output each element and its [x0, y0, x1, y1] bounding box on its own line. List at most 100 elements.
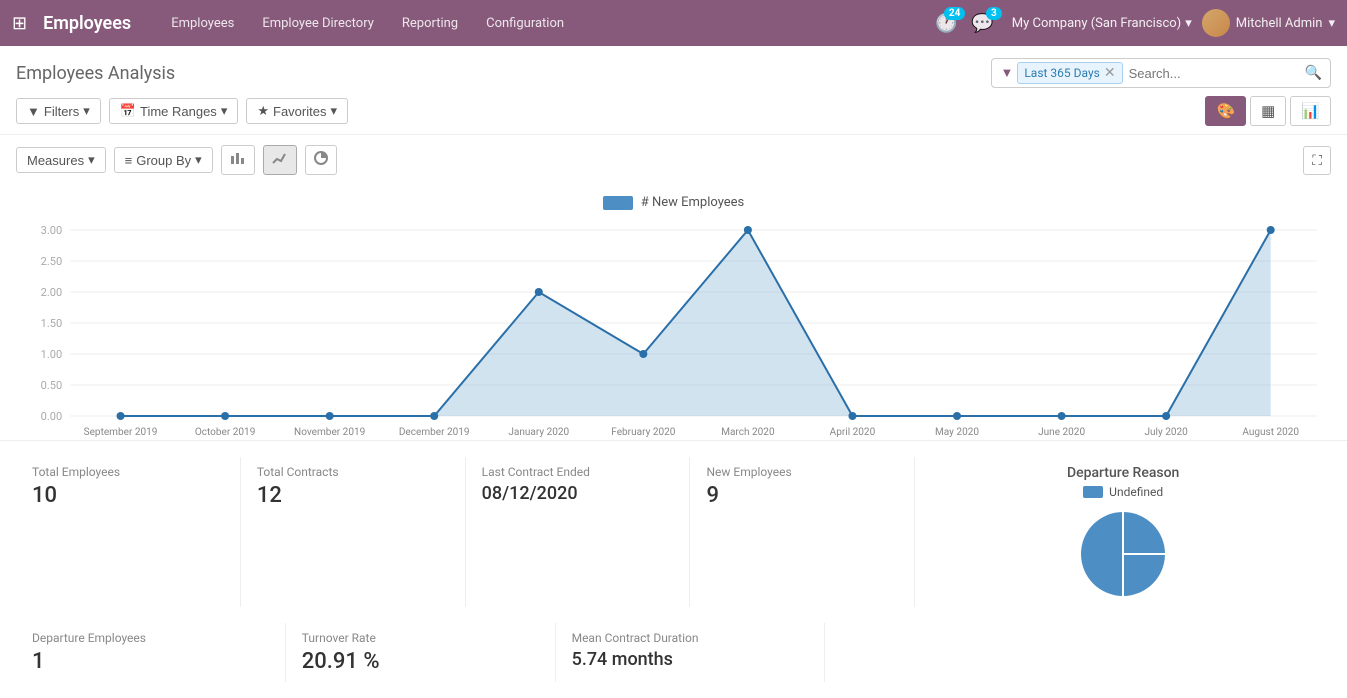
- user-avatar: [1202, 9, 1230, 37]
- chart-dot: [326, 412, 334, 420]
- time-ranges-label: Time Ranges: [140, 104, 217, 119]
- svg-text:November 2019: November 2019: [294, 427, 365, 438]
- nav-menu: Employees Employee Directory Reporting C…: [159, 10, 927, 37]
- chart-dot: [1267, 226, 1275, 234]
- stat-departure-reason: Departure Reason Undefined: [915, 457, 1331, 607]
- view-switcher: 🎨 ▦ 📊: [1205, 96, 1331, 126]
- measures-button[interactable]: Measures ▾: [16, 147, 106, 173]
- search-bar: ▼ Last 365 Days ✕ 🔍: [991, 58, 1331, 88]
- svg-text:January 2020: January 2020: [508, 427, 569, 438]
- chart-dot: [1162, 412, 1170, 420]
- search-magnifier-icon[interactable]: 🔍: [1305, 65, 1322, 81]
- chart-dot: [953, 412, 961, 420]
- chart-dot: [221, 412, 229, 420]
- stat-turnover-rate-value: 20.91 %: [302, 649, 539, 674]
- nav-employee-directory[interactable]: Employee Directory: [250, 10, 386, 37]
- stat-total-employees-value: 10: [32, 483, 224, 508]
- measures-dropdown-icon: ▾: [88, 152, 95, 168]
- chart-svg: 3.00 2.50 2.00 1.50 1.00 0.50 0.00: [20, 220, 1327, 440]
- bar-view-button[interactable]: 📊: [1290, 96, 1331, 126]
- svg-text:July 2020: July 2020: [1144, 427, 1188, 438]
- bar-chart-type-button[interactable]: [221, 145, 255, 175]
- graph-view-button[interactable]: 🎨: [1205, 96, 1246, 126]
- stat-departure-employees: Departure Employees 1: [16, 623, 286, 682]
- messages-count: 3: [986, 7, 1002, 20]
- company-selector[interactable]: My Company (San Francisco) ▾: [1012, 16, 1192, 31]
- user-name: Mitchell Admin: [1236, 16, 1323, 31]
- stat-mean-contract-value: 5.74 months: [572, 649, 809, 670]
- header-right: ▼ Last 365 Days ✕ 🔍: [971, 58, 1331, 88]
- notifications-badge[interactable]: 🕐 24: [935, 13, 957, 34]
- svg-text:February 2020: February 2020: [611, 427, 675, 438]
- stat-new-employees-value: 9: [706, 483, 898, 508]
- main-content: Employees Analysis ▼ Last 365 Days ✕ 🔍 ▼…: [0, 46, 1347, 698]
- user-menu[interactable]: Mitchell Admin ▾: [1202, 9, 1335, 37]
- svg-text:April 2020: April 2020: [830, 427, 876, 438]
- pie-legend-swatch: [1083, 486, 1103, 498]
- pie-chart-type-button[interactable]: [305, 145, 337, 175]
- pie-legend-label: Undefined: [1109, 485, 1163, 499]
- group-by-dropdown-icon: ▾: [195, 152, 202, 168]
- line-chart-type-button[interactable]: [263, 145, 297, 175]
- chart-legend: # New Employees: [20, 195, 1327, 210]
- filter-tag-close[interactable]: ✕: [1104, 65, 1116, 81]
- pie-legend: Undefined: [931, 485, 1315, 499]
- svg-text:September 2019: September 2019: [84, 427, 158, 438]
- user-dropdown-icon: ▾: [1328, 16, 1335, 31]
- time-ranges-button[interactable]: 📅 Time Ranges ▾: [109, 98, 239, 124]
- pie-chart: [931, 499, 1315, 599]
- star-icon: ★: [257, 103, 269, 119]
- stat-last-contract-value: 08/12/2020: [482, 483, 674, 504]
- expand-button[interactable]: ⛶: [1303, 146, 1331, 175]
- stat-placeholder: [825, 623, 1331, 682]
- nav-configuration[interactable]: Configuration: [474, 10, 576, 37]
- svg-text:0.00: 0.00: [41, 410, 63, 423]
- filter-tag-label: Last 365 Days: [1024, 66, 1099, 80]
- svg-text:1.00: 1.00: [41, 348, 63, 361]
- stat-last-contract: Last Contract Ended 08/12/2020: [466, 457, 691, 607]
- filters-button[interactable]: ▼ Filters ▾: [16, 98, 101, 124]
- groupby-lines-icon: ≡: [125, 153, 133, 168]
- svg-text:March 2020: March 2020: [721, 427, 775, 438]
- stat-new-employees-label: New Employees: [706, 465, 898, 479]
- svg-text:August 2020: August 2020: [1242, 427, 1299, 438]
- chart-dot: [848, 412, 856, 420]
- chart-dot: [744, 226, 752, 234]
- group-by-button[interactable]: ≡ Group By ▾: [114, 147, 213, 173]
- stat-departure-employees-label: Departure Employees: [32, 631, 269, 645]
- nav-employees[interactable]: Employees: [159, 10, 246, 37]
- stat-new-employees: New Employees 9: [690, 457, 915, 607]
- svg-text:October 2019: October 2019: [195, 427, 256, 438]
- svg-text:December 2019: December 2019: [399, 427, 470, 438]
- chart-dot: [117, 412, 125, 420]
- messages-badge[interactable]: 💬 3: [971, 13, 993, 34]
- notifications-count: 24: [944, 7, 965, 20]
- chart-container: # New Employees 3.00 2.50 2.00 1.50 1.00…: [0, 185, 1347, 440]
- svg-text:1.50: 1.50: [41, 317, 63, 330]
- stat-total-contracts-value: 12: [257, 483, 449, 508]
- calendar-icon: 📅: [120, 103, 136, 119]
- favorites-label: Favorites: [273, 104, 326, 119]
- legend-label: # New Employees: [641, 195, 745, 210]
- group-by-label: Group By: [136, 153, 191, 168]
- list-view-button[interactable]: ▦: [1250, 96, 1286, 126]
- app-title: Employees: [43, 13, 131, 34]
- svg-text:May 2020: May 2020: [935, 427, 979, 438]
- stat-total-employees: Total Employees 10: [16, 457, 241, 607]
- stat-total-contracts: Total Contracts 12: [241, 457, 466, 607]
- chart-dot: [430, 412, 438, 420]
- top-navigation: ⊞ Employees Employees Employee Directory…: [0, 0, 1347, 46]
- search-input[interactable]: [1123, 66, 1305, 81]
- svg-text:0.50: 0.50: [41, 379, 63, 392]
- nav-reporting[interactable]: Reporting: [390, 10, 470, 37]
- company-dropdown-icon: ▾: [1185, 16, 1192, 31]
- page-title: Employees Analysis: [16, 63, 175, 84]
- stat-mean-contract-label: Mean Contract Duration: [572, 631, 809, 645]
- departure-reason-title: Departure Reason: [931, 465, 1315, 481]
- grid-icon[interactable]: ⊞: [12, 13, 27, 34]
- svg-text:3.00: 3.00: [41, 224, 63, 237]
- favorites-button[interactable]: ★ Favorites ▾: [246, 98, 348, 124]
- filters-dropdown-icon: ▾: [83, 103, 90, 119]
- time-ranges-dropdown-icon: ▾: [221, 103, 228, 119]
- graph-controls: Measures ▾ ≡ Group By ▾ ⛶: [0, 135, 1347, 185]
